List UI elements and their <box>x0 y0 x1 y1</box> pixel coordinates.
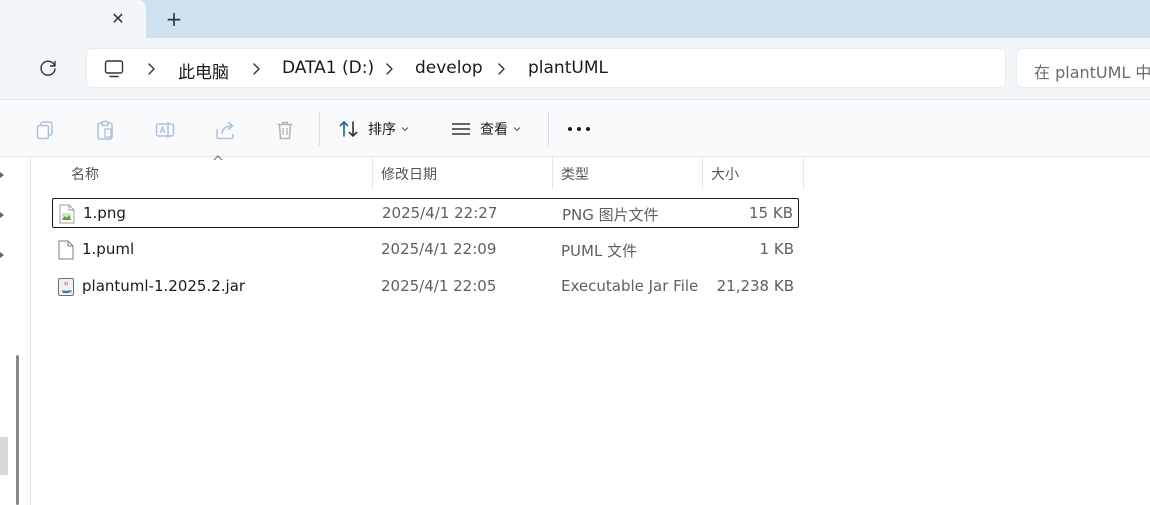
file-size: 21,238 KB <box>716 277 794 295</box>
address-row: 此电脑 DATA1 (D:) develop plantUML 在 plantU… <box>0 38 1150 99</box>
file-row[interactable]: 1.png 2025/4/1 22:27 PNG 图片文件 15 KB <box>52 198 799 228</box>
file-name: 1.png <box>83 204 126 222</box>
generic-file-icon <box>58 240 74 260</box>
command-bar: 排序 查看 <box>0 99 1150 157</box>
file-name: 1.puml <box>82 240 135 258</box>
file-row[interactable]: plantuml-1.2025.2.jar 2025/4/1 22:05 Exe… <box>52 272 799 302</box>
chevron-down-icon <box>513 127 521 132</box>
png-file-icon <box>59 204 75 224</box>
sort-icon <box>339 121 358 137</box>
breadcrumb-develop[interactable]: develop <box>415 58 483 78</box>
file-date: 2025/4/1 22:05 <box>381 277 497 295</box>
toolbar-divider <box>548 112 549 146</box>
file-name: plantuml-1.2025.2.jar <box>82 277 246 295</box>
close-tab-icon[interactable]: ✕ <box>108 8 128 28</box>
active-tab[interactable]: ✕ <box>0 0 146 38</box>
breadcrumb-plantuml[interactable]: plantUML <box>528 58 608 78</box>
chevron-right-icon[interactable] <box>383 59 397 79</box>
more-options-icon[interactable] <box>566 117 592 141</box>
navigation-pane[interactable] <box>0 157 31 505</box>
column-name[interactable]: 名称 <box>63 157 373 189</box>
tab-strip: ✕ + <box>0 0 1150 38</box>
column-name-label: 名称 <box>71 167 99 183</box>
expand-chevron-icon[interactable] <box>0 251 8 259</box>
column-type[interactable]: 类型 <box>553 157 703 189</box>
nav-scrollbar[interactable] <box>16 355 19 505</box>
file-type: PUML 文件 <box>561 242 638 260</box>
column-size-label: 大小 <box>711 167 739 183</box>
view-icon <box>452 123 470 135</box>
sort-button[interactable]: 排序 <box>338 114 409 144</box>
file-row[interactable]: 1.puml 2025/4/1 22:09 PUML 文件 1 KB <box>52 235 799 265</box>
delete-icon[interactable] <box>274 119 296 141</box>
breadcrumb-data1-drive[interactable]: DATA1 (D:) <box>282 58 374 78</box>
address-bar[interactable]: 此电脑 DATA1 (D:) develop plantUML <box>86 48 1006 88</box>
refresh-icon[interactable] <box>36 57 60 81</box>
file-type: Executable Jar File <box>561 277 699 295</box>
column-type-label: 类型 <box>561 167 589 183</box>
column-date-label: 修改日期 <box>381 167 437 183</box>
share-icon[interactable] <box>214 119 236 141</box>
view-button[interactable]: 查看 <box>450 114 521 144</box>
view-label: 查看 <box>480 122 508 138</box>
toolbar-divider <box>319 112 320 146</box>
search-placeholder: 在 plantUML 中 <box>1034 63 1150 82</box>
search-input[interactable]: 在 plantUML 中 <box>1016 48 1150 88</box>
chevron-right-icon[interactable] <box>250 59 264 79</box>
breadcrumb-this-pc[interactable]: 此电脑 <box>178 58 229 83</box>
file-type: PNG 图片文件 <box>562 206 659 224</box>
nav-selection-marker <box>0 437 8 475</box>
chevron-right-icon[interactable] <box>145 59 159 79</box>
file-date: 2025/4/1 22:09 <box>381 240 497 258</box>
file-size: 15 KB <box>749 204 793 222</box>
expand-chevron-icon[interactable] <box>0 171 8 179</box>
rename-icon[interactable] <box>154 119 176 141</box>
java-jar-icon <box>58 278 74 296</box>
this-pc-icon[interactable] <box>103 58 125 80</box>
chevron-right-icon[interactable] <box>495 59 509 79</box>
file-size: 1 KB <box>759 240 794 258</box>
column-date-modified[interactable]: 修改日期 <box>373 157 553 189</box>
chevron-down-icon <box>401 127 409 132</box>
expand-chevron-icon[interactable] <box>0 211 8 219</box>
new-tab-button[interactable]: + <box>163 7 185 31</box>
column-size[interactable]: 大小 <box>703 157 804 189</box>
file-date: 2025/4/1 22:27 <box>382 204 498 222</box>
sort-label: 排序 <box>368 122 396 138</box>
copy-icon[interactable] <box>34 119 56 141</box>
paste-icon[interactable] <box>94 119 116 141</box>
